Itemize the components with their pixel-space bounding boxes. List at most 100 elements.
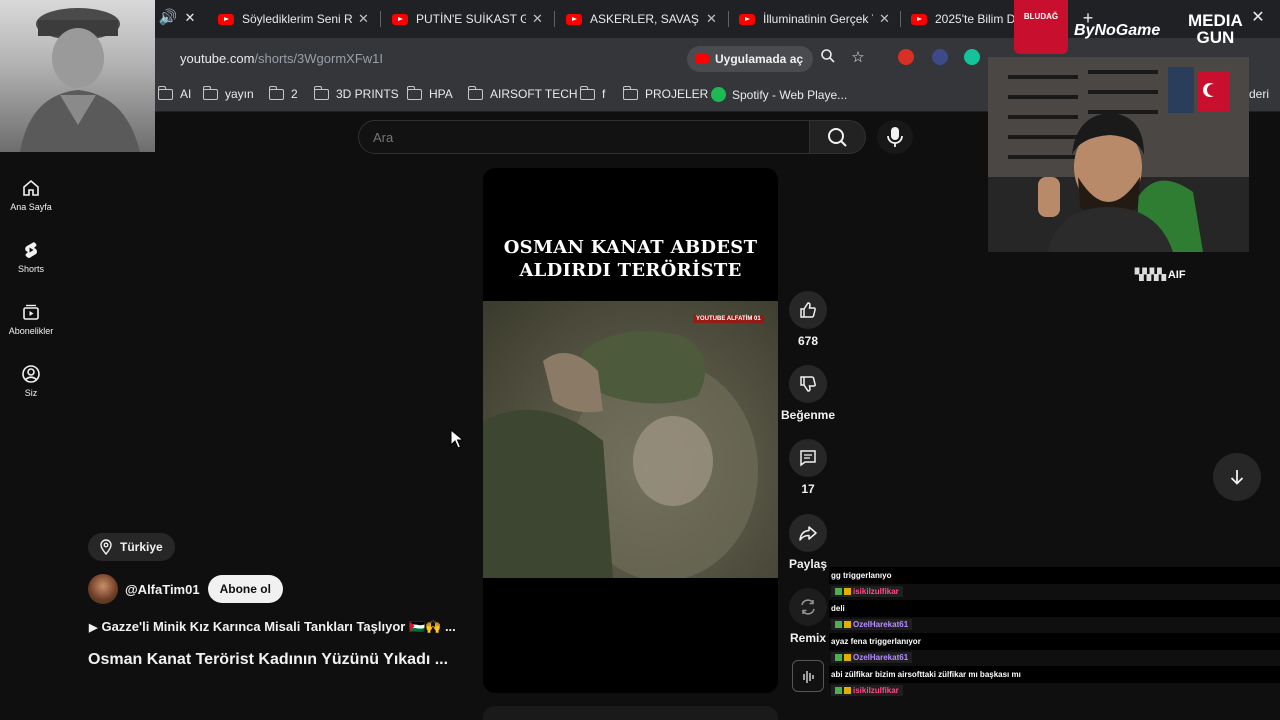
- brand-text: GUN: [1196, 28, 1235, 47]
- comments-button[interactable]: 17: [788, 439, 828, 496]
- search-icon: [828, 128, 847, 147]
- location-pin-icon: [100, 539, 112, 555]
- like-count: 678: [797, 334, 819, 348]
- bookmark-folder[interactable]: 3D PRINTS: [313, 85, 399, 101]
- avatar[interactable]: [88, 574, 118, 604]
- speaker-icon[interactable]: 🔊: [158, 8, 178, 28]
- subscribe-button[interactable]: Abone ol: [207, 575, 283, 603]
- headline-line: OSMAN KANAT ABDEST: [503, 237, 758, 258]
- video-watermark: YOUTUBE ALFATİM 01: [693, 315, 764, 323]
- tab-2[interactable]: PUTİN'E SUİKAST GİR ✕: [384, 6, 551, 32]
- tab-close-icon[interactable]: ✕: [180, 8, 200, 28]
- folder-icon: [268, 85, 284, 100]
- arrow-down-icon: [1230, 470, 1244, 485]
- open-in-app-label: Uygulamada aç: [715, 52, 804, 66]
- tab-4[interactable]: İlluminatinin Gerçek Y ✕: [731, 6, 898, 32]
- chat-user: OzelHarekat61: [829, 650, 1280, 667]
- folder-icon: [467, 85, 483, 100]
- url-domain: youtube.com: [180, 51, 255, 66]
- tab-label: Söylediklerim Seni RA: [242, 12, 352, 26]
- sidebar-item-home[interactable]: Ana Sayfa: [0, 178, 62, 212]
- channel-row: @AlfaTim01 Abone ol: [88, 574, 283, 604]
- stream-label-text: AIF: [1167, 269, 1186, 281]
- bookmark-folder[interactable]: yayın: [202, 85, 254, 101]
- folder-icon: [406, 85, 422, 100]
- thumbs-down-icon: [800, 376, 816, 392]
- bookmark-star-icon[interactable]: ☆: [848, 48, 868, 68]
- bookmark-label: AI: [180, 87, 192, 101]
- sidebar-item-shorts[interactable]: Shorts: [0, 240, 62, 274]
- bookmark-label: PROJELER: [645, 87, 709, 101]
- search-input[interactable]: [373, 130, 793, 145]
- tab-close-icon[interactable]: ✕: [706, 11, 717, 27]
- video-headline: OSMAN KANAT ABDEST ALDIRDI TERÖRİSTE: [483, 236, 778, 282]
- video-frame: [483, 301, 778, 578]
- url-path: /shorts/3WgormXFw1I: [254, 51, 384, 66]
- bookmark-folder[interactable]: PROJELER: [622, 85, 709, 101]
- grammarly-icon[interactable]: [964, 49, 980, 65]
- spotify-icon: [711, 87, 726, 102]
- bookmark-folder[interactable]: f: [579, 85, 606, 101]
- bookmark-folder[interactable]: HPA: [406, 85, 453, 101]
- comment-icon: [800, 450, 816, 467]
- channel-handle[interactable]: @AlfaTim01: [125, 582, 200, 597]
- youtube-icon: [392, 13, 408, 25]
- search-button[interactable]: [810, 120, 866, 154]
- folder-icon: [579, 85, 595, 100]
- home-icon: [23, 179, 39, 196]
- dislike-button[interactable]: Beğenme: [781, 365, 835, 422]
- bookmark-label: yayın: [225, 87, 254, 101]
- playlist-label: Gazze'li Minik Kız Karınca Misali Tankla…: [101, 619, 456, 634]
- youtube-icon: [911, 13, 927, 25]
- bookmark-spotify[interactable]: Spotify - Web Playe...: [711, 87, 847, 102]
- tab-close-icon[interactable]: ✕: [532, 11, 543, 27]
- account-icon: [22, 365, 40, 383]
- bookmark-item[interactable]: deri: [1249, 87, 1269, 101]
- bookmark-label: Spotify - Web Playe...: [732, 87, 848, 102]
- tab-3[interactable]: ASKERLER, SAVAŞ YE ✕: [558, 6, 725, 32]
- extension-icon[interactable]: [898, 49, 914, 65]
- window-close-icon[interactable]: ✕: [1248, 8, 1268, 28]
- bookmark-label: f: [602, 87, 606, 101]
- bookmark-folder[interactable]: AI: [157, 85, 192, 101]
- mouse-cursor-icon: [450, 429, 464, 449]
- remix-button[interactable]: Remix: [788, 588, 828, 645]
- sidebar-item-label: Shorts: [17, 264, 44, 274]
- tab-label: 2025'te Bilim Dü: [935, 12, 1015, 26]
- audio-waveform-icon: [803, 671, 814, 683]
- chat-user: OzelHarekat61: [829, 617, 1280, 634]
- brand-logo-mediagun: MEDIA GUN: [1188, 12, 1243, 46]
- sidebar-item-you[interactable]: Siz: [0, 364, 62, 398]
- bookmark-label: 2: [291, 87, 298, 101]
- sound-thumbnail[interactable]: [792, 660, 824, 692]
- voice-search-button[interactable]: [877, 120, 913, 154]
- sidebar-item-label: Ana Sayfa: [10, 202, 52, 212]
- tab-close-icon[interactable]: ✕: [879, 11, 890, 27]
- tab-5[interactable]: 2025'te Bilim Dü: [903, 6, 1023, 32]
- tab-close-icon[interactable]: ✕: [358, 11, 369, 27]
- tab-1[interactable]: Söylediklerim Seni RA ✕: [210, 6, 377, 32]
- brand-text: BLUDAĞ: [1023, 12, 1059, 21]
- sidebar-item-subscriptions[interactable]: Abonelikler: [0, 302, 62, 336]
- short-video-player[interactable]: OSMAN KANAT ABDEST ALDIRDI TERÖRİSTE YOU…: [483, 168, 778, 693]
- bookmark-folder[interactable]: AIRSOFT TECH: [467, 85, 578, 101]
- location-chip[interactable]: Türkiye: [88, 533, 175, 561]
- sidebar-item-label: Abonelikler: [8, 326, 54, 336]
- open-in-app-button[interactable]: Uygulamada aç: [687, 46, 814, 72]
- bookmark-folder[interactable]: 2: [268, 85, 298, 101]
- share-button[interactable]: Paylaş: [788, 514, 828, 571]
- bookmark-label: 3D PRINTS: [336, 87, 399, 101]
- zoom-icon[interactable]: [818, 48, 838, 68]
- sidebar-item-label: Siz: [24, 388, 38, 398]
- tab-label: ASKERLER, SAVAŞ YE: [590, 12, 700, 26]
- next-short-preview[interactable]: [483, 706, 778, 720]
- folder-icon: [313, 85, 329, 100]
- playlist-link[interactable]: ▶ Gazze'li Minik Kız Karınca Misali Tankl…: [89, 619, 456, 635]
- microphone-icon: [887, 127, 903, 147]
- url-field[interactable]: youtube.com/shorts/3WgormXFw1I: [180, 51, 383, 66]
- like-button[interactable]: 678: [788, 291, 828, 348]
- next-video-button[interactable]: [1213, 453, 1261, 501]
- extension-icon[interactable]: [932, 49, 948, 65]
- video-title[interactable]: Osman Kanat Terörist Kadının Yüzünü Yıka…: [88, 651, 448, 669]
- chat-message: abi zülfikar bizim airsofttaki zülfikar …: [829, 666, 1280, 683]
